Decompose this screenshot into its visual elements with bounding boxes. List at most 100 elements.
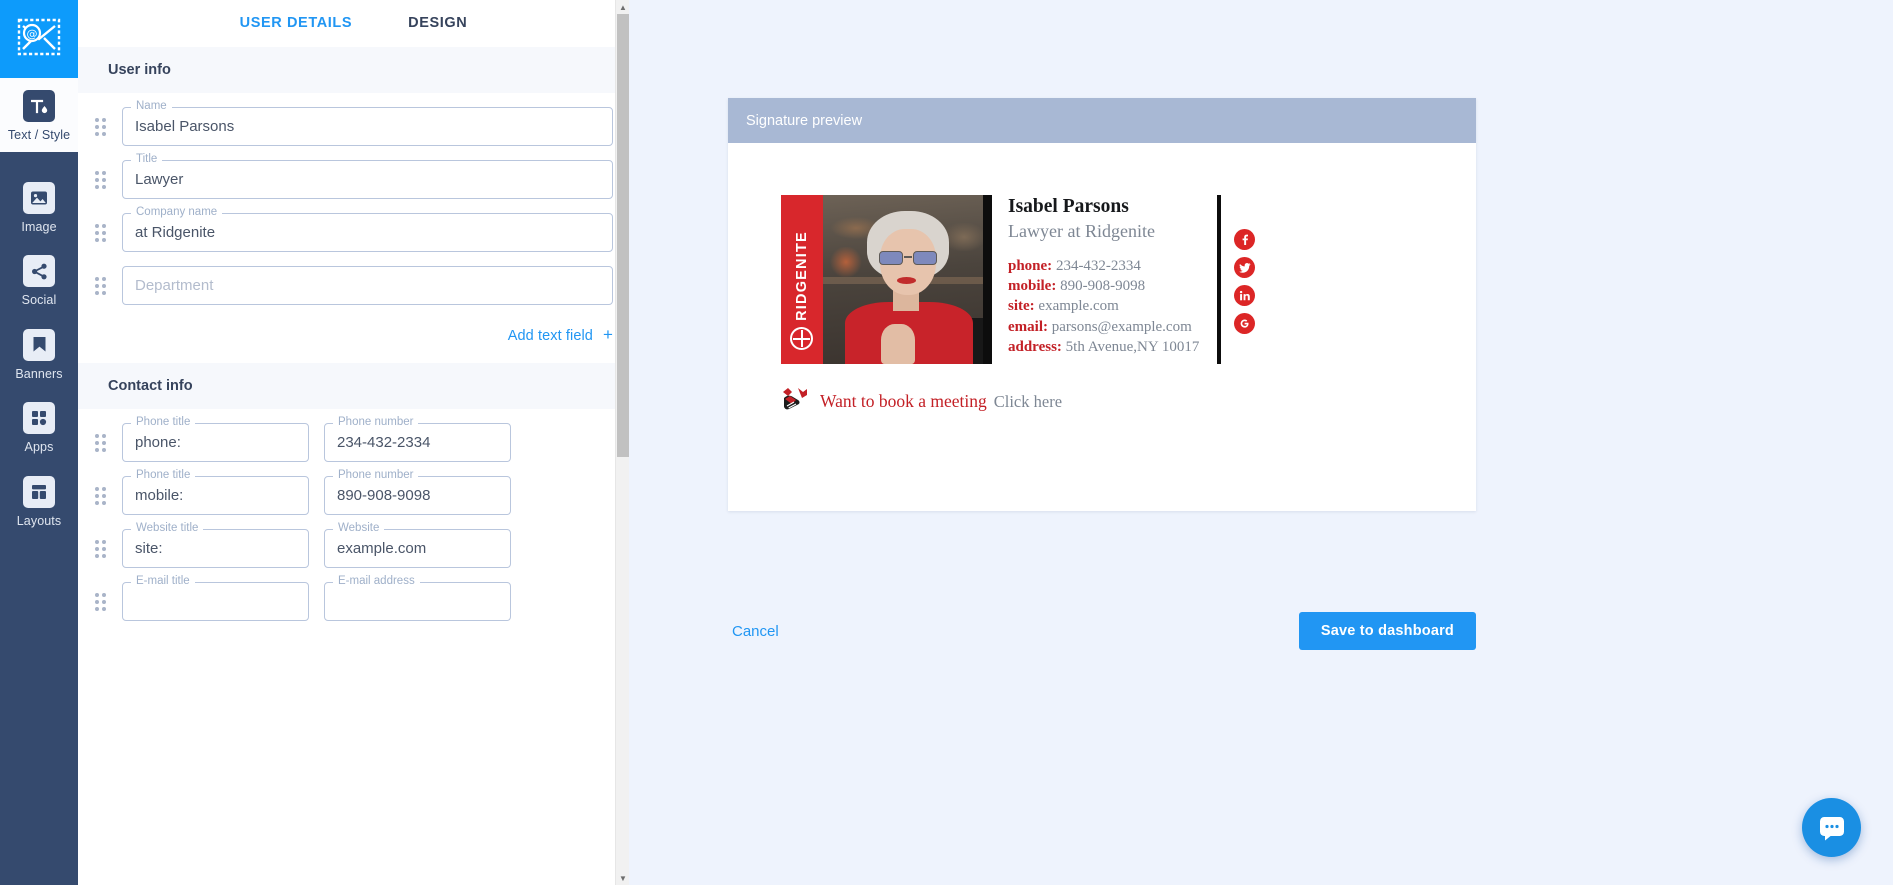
- app-logo[interactable]: @: [0, 0, 78, 78]
- field-mobile-title: Phone title: [122, 469, 309, 515]
- signature-contact-address: address: 5th Avenue,NY 10017: [1008, 337, 1199, 357]
- signature-details: Isabel Parsons Lawyer at Ridgenite phone…: [992, 195, 1199, 358]
- field-legend: E-mail address: [333, 575, 420, 588]
- sidebar-item-label: Image: [21, 219, 57, 234]
- signature-social-rule: [1217, 195, 1222, 364]
- field-legend: Company name: [131, 206, 223, 219]
- signature-vertical-rule: [983, 195, 992, 364]
- scroll-down-arrow[interactable]: ▼: [616, 871, 629, 885]
- linkedin-icon[interactable]: [1234, 285, 1256, 306]
- signature-social-icons: [1234, 195, 1256, 334]
- drag-handle-icon[interactable]: [78, 486, 122, 505]
- tab-design[interactable]: DESIGN: [406, 11, 469, 35]
- preview-area: Signature preview RIDGENITE Isabel Parso…: [629, 0, 1893, 885]
- field-row-title: Title: [78, 153, 629, 199]
- sidebar-item-social[interactable]: Social: [0, 243, 78, 317]
- cta-text: Want to book a meeting: [820, 391, 987, 411]
- scrollbar-thumb[interactable]: [617, 14, 629, 457]
- field-row-mobile: Phone title Phone number: [78, 469, 629, 515]
- contact-label: phone:: [1008, 257, 1053, 274]
- signature-contact-mobile: mobile: 890-908-9098: [1008, 276, 1199, 296]
- field-row-company: Company name: [78, 206, 629, 252]
- field-row-website: Website title Website: [78, 522, 629, 568]
- field-legend: Phone number: [333, 416, 419, 429]
- preview-actions: Cancel Save to dashboard: [728, 612, 1476, 650]
- cancel-button[interactable]: Cancel: [728, 615, 783, 648]
- sidebar-item-apps[interactable]: Apps: [0, 390, 78, 464]
- field-company-name: Company name: [122, 206, 613, 252]
- layouts-icon: [23, 475, 55, 508]
- contact-value: 234-432-2334: [1055, 257, 1141, 274]
- field-title: Title: [122, 153, 613, 199]
- field-department: [122, 266, 613, 305]
- image-icon: [23, 181, 55, 214]
- sidebar-item-image[interactable]: Image: [0, 170, 78, 244]
- section-title-contact-info: Contact info: [78, 363, 629, 409]
- drag-handle-icon[interactable]: [78, 592, 122, 611]
- contact-value: parsons@example.com: [1051, 318, 1192, 335]
- field-mobile-number: Phone number: [324, 469, 511, 515]
- add-text-field-action[interactable]: Add text field +: [78, 319, 629, 363]
- add-text-field-label: Add text field: [507, 328, 593, 344]
- twitter-icon[interactable]: [1234, 257, 1256, 278]
- tab-user-details[interactable]: USER DETAILS: [238, 11, 354, 35]
- chat-bubble-icon[interactable]: [1802, 798, 1861, 857]
- preview-card-title: Signature preview: [746, 112, 863, 129]
- contact-label: address:: [1008, 339, 1062, 356]
- sidebar-item-label: Social: [21, 293, 57, 307]
- field-legend: Phone title: [131, 469, 196, 482]
- contact-info-fields: Phone title Phone number Phone title Ph: [78, 409, 629, 621]
- signature-role: Lawyer at Ridgenite: [1008, 221, 1155, 242]
- editor-tabs: USER DETAILS DESIGN: [78, 0, 629, 47]
- signature-preview-card: Signature preview RIDGENITE Isabel Parso…: [728, 98, 1476, 511]
- contact-value: 890-908-9098: [1060, 278, 1146, 295]
- sidebar-item-layouts[interactable]: Layouts: [0, 464, 78, 538]
- contact-label: email:: [1008, 318, 1048, 335]
- field-legend: Name: [131, 100, 172, 113]
- drag-handle-icon[interactable]: [78, 117, 122, 136]
- field-legend: Phone title: [131, 416, 196, 429]
- sidebar-item-banners[interactable]: Banners: [0, 317, 78, 391]
- save-to-dashboard-button[interactable]: Save to dashboard: [1298, 612, 1476, 650]
- field-phone-number: Phone number: [324, 416, 511, 462]
- field-legend: E-mail title: [131, 575, 195, 588]
- drag-handle-icon[interactable]: [78, 539, 122, 558]
- field-website-title: Website title: [122, 522, 309, 568]
- name-input[interactable]: [122, 107, 613, 146]
- brand-logo-mark-icon: [790, 327, 813, 350]
- contact-label: site:: [1008, 298, 1035, 315]
- google-icon[interactable]: [1234, 313, 1256, 334]
- drag-handle-icon[interactable]: [78, 433, 122, 452]
- department-input[interactable]: [122, 266, 613, 305]
- handshake-icon: [781, 386, 809, 417]
- left-icon-rail: @ Text / Style Image Social Banners Apps…: [0, 0, 78, 885]
- drag-handle-icon[interactable]: [78, 276, 122, 295]
- bookmark-icon: [23, 328, 55, 361]
- field-legend: Title: [131, 153, 163, 166]
- field-legend: Website: [333, 522, 385, 535]
- stamp-envelope-at-icon: @: [17, 18, 61, 61]
- text-style-icon: [23, 90, 55, 122]
- contact-value: 5th Avenue,NY 10017: [1065, 339, 1200, 356]
- field-row-name: Name: [78, 100, 629, 146]
- grid-apps-icon: [23, 402, 55, 434]
- drag-handle-icon[interactable]: [78, 223, 122, 242]
- title-input[interactable]: [122, 160, 613, 199]
- facebook-icon[interactable]: [1234, 229, 1256, 250]
- signature-cta[interactable]: Want to book a meeting Click here: [728, 386, 1476, 417]
- editor-form-panel: USER DETAILS DESIGN User info Name Titl: [78, 0, 629, 885]
- drag-handle-icon[interactable]: [78, 170, 122, 189]
- signature-contact-phone: phone: 234-432-2334: [1008, 256, 1199, 276]
- cta-link[interactable]: Click here: [994, 392, 1062, 412]
- panel-scrollbar[interactable]: ▲ ▼: [615, 0, 629, 885]
- field-email-address: E-mail address: [324, 575, 511, 621]
- field-name: Name: [122, 100, 613, 146]
- field-phone-title: Phone title: [122, 416, 309, 462]
- signature-name: Isabel Parsons: [1008, 196, 1129, 217]
- scroll-up-arrow[interactable]: ▲: [616, 0, 629, 14]
- field-row-phone: Phone title Phone number: [78, 416, 629, 462]
- preview-card-body: RIDGENITE Isabel Parsons Lawyer at Ridge…: [728, 143, 1476, 511]
- sidebar-item-text-style[interactable]: Text / Style: [0, 78, 78, 152]
- share-icon: [23, 255, 55, 287]
- field-row-department: [78, 266, 629, 305]
